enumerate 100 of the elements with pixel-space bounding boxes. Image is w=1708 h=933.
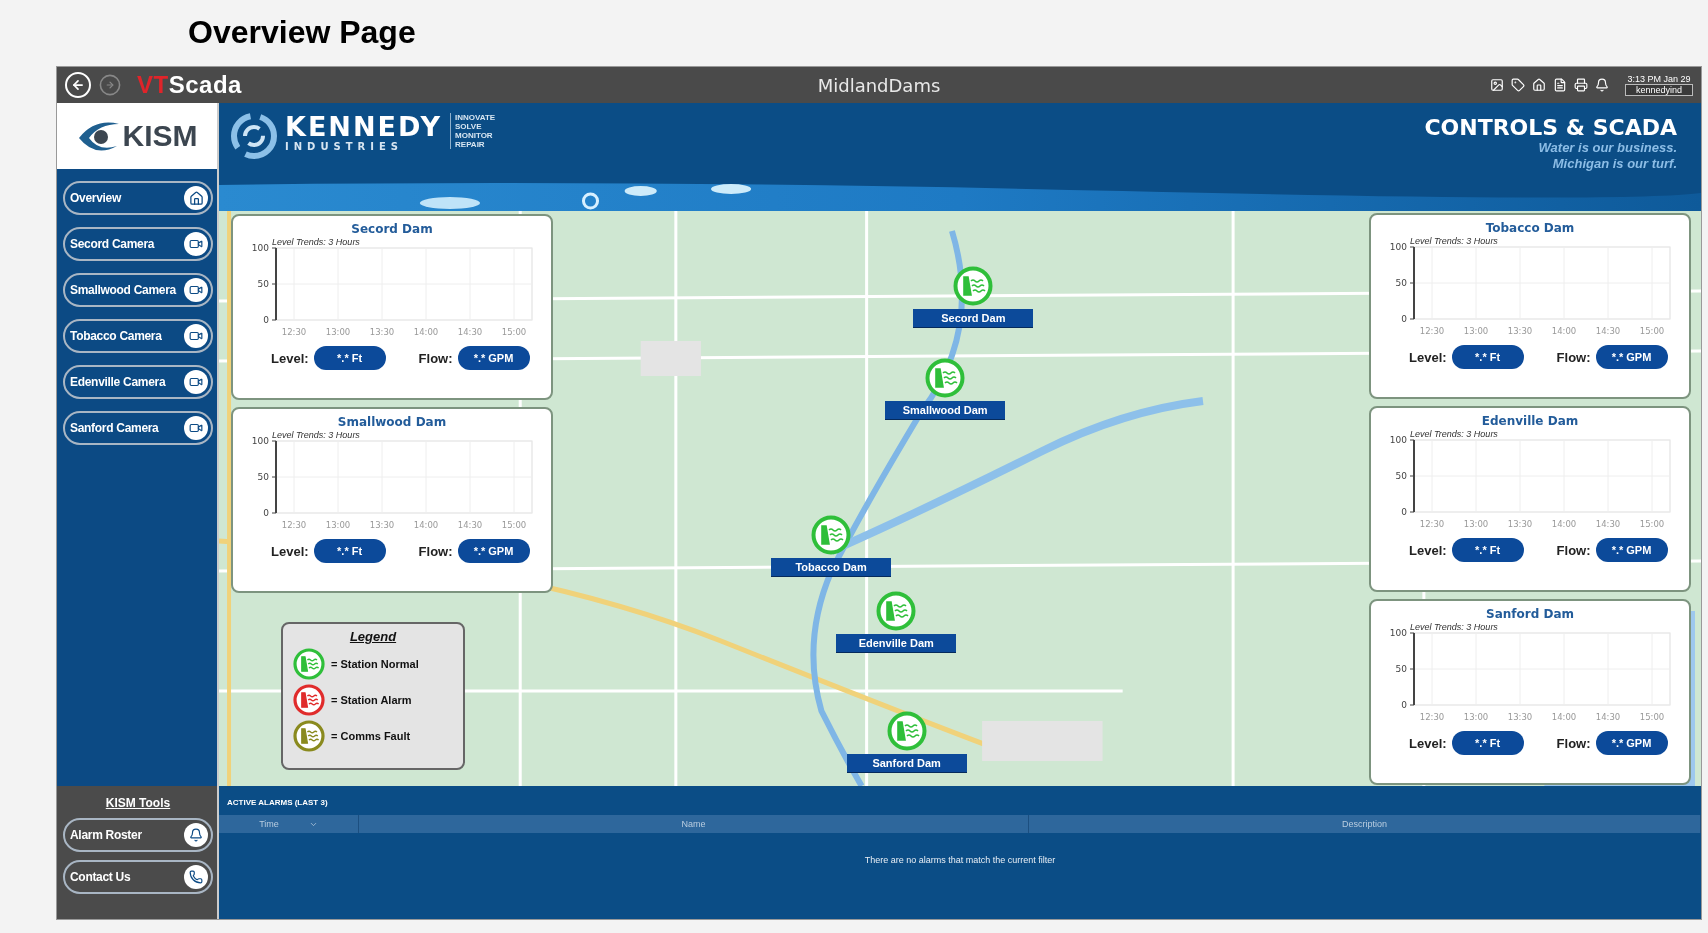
level-value: *.* Ft [1451, 345, 1524, 369]
bell-icon [184, 823, 208, 847]
level-label: Level: [1409, 735, 1447, 751]
image-icon[interactable] [1489, 78, 1504, 92]
level-value: *.* Ft [313, 539, 386, 563]
headline: CONTROLS & SCADA [1424, 115, 1677, 140]
house-icon[interactable] [1531, 78, 1546, 92]
panel-title: Tobacco Dam [1485, 221, 1575, 235]
tick-label: 0 [1401, 700, 1407, 710]
tick-label: 50 [257, 279, 269, 289]
tick-label: 13:30 [369, 327, 395, 337]
tick-label: 100 [251, 243, 269, 253]
app-logo: VTScada [137, 71, 242, 99]
sidebar-button[interactable]: Overview [63, 181, 213, 215]
tick-label: 14:30 [457, 327, 483, 337]
flow-label: Flow: [418, 543, 453, 559]
alarms-title: ACTIVE ALARMS (LAST 3) [226, 797, 329, 809]
clock-time: 3:13 PM Jan 29 [1627, 74, 1691, 84]
tagline: Michigan is our turf. [1552, 156, 1677, 172]
document-icon[interactable] [1552, 78, 1567, 92]
dam-station-icon [876, 590, 917, 631]
video-camera-icon [184, 232, 208, 256]
panel-title: Edenville Dam [1481, 414, 1579, 428]
level-value: *.* Ft [1451, 538, 1524, 562]
tick-label: 13:00 [325, 520, 351, 530]
tick-label: 13:30 [1507, 519, 1533, 529]
flow-label: Flow: [418, 350, 453, 366]
column-header[interactable]: Name [359, 815, 1029, 833]
video-camera-icon [184, 416, 208, 440]
flow-value: *.* GPM [457, 539, 530, 563]
user-name: kennedyind [1624, 84, 1693, 96]
legend-label: = Station Alarm [331, 694, 412, 706]
column-header[interactable]: Time [219, 815, 359, 833]
sidebar-button[interactable]: Smallwood Camera [63, 273, 213, 307]
tool-button[interactable]: Contact Us [63, 860, 213, 894]
flow-value: *.* GPM [1595, 538, 1668, 562]
tick-label: 15:00 [1639, 712, 1665, 722]
tick-label: 50 [1395, 471, 1407, 481]
sidebar-button[interactable]: Tobacco Camera [63, 319, 213, 353]
bell-icon[interactable] [1594, 78, 1609, 92]
chart-subtitle: Level Trends: 3 Hours [272, 430, 360, 440]
page-title: Overview Page [188, 14, 417, 52]
flow-label: Flow: [1556, 735, 1591, 751]
company-subtitle: INDUSTRIES [285, 141, 404, 152]
tick-label: 100 [251, 436, 269, 446]
tools-title: KISM Tools [105, 796, 171, 810]
tick-label: 13:00 [1463, 712, 1489, 722]
motto-word: MONITOR [455, 131, 494, 140]
tick-label: 12:30 [1419, 326, 1445, 336]
tick-label: 0 [1401, 507, 1407, 517]
chart-subtitle: Level Trends: 3 Hours [1410, 236, 1498, 246]
video-camera-icon [184, 278, 208, 302]
motto-word: INNOVATE [455, 113, 496, 122]
back-button[interactable] [65, 72, 91, 98]
window-title: MidlandDams [817, 74, 941, 96]
tick-label: 15:00 [1639, 326, 1665, 336]
company-name: KENNEDY [285, 113, 442, 141]
flow-value: *.* GPM [457, 346, 530, 370]
sidebar-button[interactable]: Secord Camera [63, 227, 213, 261]
tick-label: 14:30 [1595, 519, 1621, 529]
dam-station-icon [925, 357, 966, 398]
tick-label: 15:00 [501, 520, 527, 530]
arrow-right-icon [105, 80, 115, 90]
flow-value: *.* GPM [1595, 731, 1668, 755]
column-header[interactable]: Description [1029, 815, 1701, 833]
level-label: Level: [1409, 542, 1447, 558]
tick-label: 13:00 [1463, 519, 1489, 529]
sidebar-button[interactable]: Sanford Camera [63, 411, 213, 445]
legend-title: Legend [349, 629, 397, 644]
level-label: Level: [1409, 349, 1447, 365]
motto-word: REPAIR [455, 140, 486, 149]
tick-label: 0 [1401, 314, 1407, 324]
level-value: *.* Ft [1451, 731, 1524, 755]
tick-label: 14:30 [1595, 326, 1621, 336]
swirl-logo-icon [231, 113, 277, 159]
tick-label: 14:00 [413, 520, 439, 530]
chart-subtitle: Level Trends: 3 Hours [272, 237, 360, 247]
tick-label: 14:00 [1551, 519, 1577, 529]
empty-message: There are no alarms that match the current filter [864, 855, 1056, 865]
sidebar-button[interactable]: Edenville Camera [63, 365, 213, 399]
tick-label: 0 [263, 315, 269, 325]
kism-logo-text: KISM [122, 119, 198, 153]
dam-station-icon [953, 265, 994, 306]
tick-label: 12:30 [1419, 519, 1445, 529]
tick-label: 13:00 [325, 327, 351, 337]
chart-subtitle: Level Trends: 3 Hours [1410, 622, 1498, 632]
tick-label: 0 [263, 508, 269, 518]
tag-icon[interactable] [1510, 78, 1525, 92]
dam-station-icon [811, 514, 852, 555]
home-icon [184, 186, 208, 210]
panel-title: Secord Dam [351, 222, 433, 236]
printer-icon[interactable] [1573, 78, 1588, 92]
tick-label: 12:30 [281, 327, 307, 337]
tick-label: 15:00 [501, 327, 527, 337]
tick-label: 12:30 [281, 520, 307, 530]
tool-button[interactable]: Alarm Roster [63, 818, 213, 852]
tick-label: 14:00 [1551, 712, 1577, 722]
level-label: Level: [271, 350, 309, 366]
level-value: *.* Ft [313, 346, 386, 370]
tick-label: 50 [257, 472, 269, 482]
